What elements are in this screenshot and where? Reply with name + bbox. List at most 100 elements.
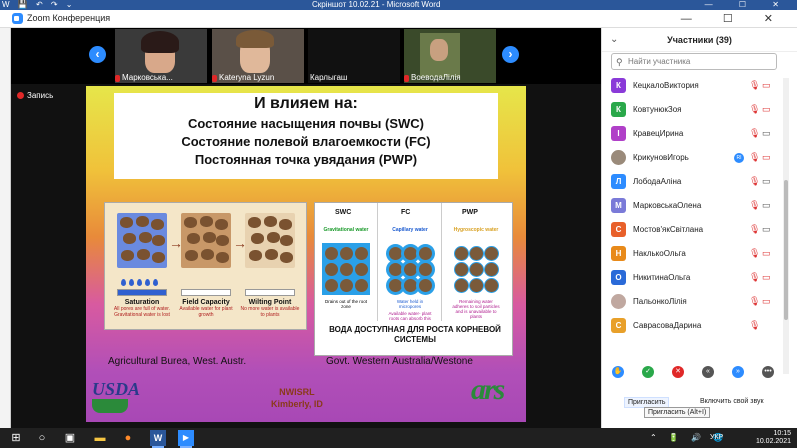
- mic-muted-icon[interactable]: 🎙: [749, 80, 760, 91]
- participants-header: ⌄ Участники (39): [602, 28, 797, 52]
- camera-off-icon[interactable]: ▭: [762, 248, 771, 259]
- zoom-window-controls[interactable]: — ☐ ✕: [681, 12, 787, 25]
- thumbnail-label: ВоеводаЛілія: [411, 73, 461, 82]
- mic-muted-icon[interactable]: 🎙: [749, 128, 760, 139]
- muted-mic-icon: [115, 75, 120, 82]
- water-drops-icon: [121, 273, 165, 286]
- mic-muted-icon[interactable]: 🎙: [749, 152, 760, 163]
- source-right: Govt. Western Australia/Westone: [326, 356, 473, 367]
- capillary-water-image: [386, 243, 434, 295]
- raise-hand-icon[interactable]: ✋: [612, 366, 624, 378]
- start-button[interactable]: ⊞: [8, 430, 24, 446]
- zoom-icon[interactable]: ▶: [178, 430, 194, 448]
- unmute-myself-button[interactable]: Включить свой звук: [700, 398, 764, 405]
- thumbnails-next-button[interactable]: ›: [502, 46, 519, 63]
- avatar: [611, 294, 626, 309]
- participant-row[interactable]: К КецкалоВиктория 🎙 ▭: [602, 76, 784, 98]
- word-side-panel: [0, 28, 11, 428]
- mic-muted-icon[interactable]: 🎙: [749, 200, 760, 211]
- thumbnail-label: Карлыгаш: [310, 73, 348, 82]
- reaction-bar: ✋ ✓ ✕ « » •••: [612, 366, 782, 382]
- camera-on-icon[interactable]: ▭: [762, 176, 771, 187]
- mic-muted-icon[interactable]: 🎙: [749, 296, 760, 307]
- camera-off-icon[interactable]: ▭: [762, 272, 771, 283]
- camera-on-icon[interactable]: ▭: [762, 128, 771, 139]
- word-quick-access[interactable]: W 💾 ↶ ↷ ⌄: [2, 0, 76, 10]
- video-thumbnail[interactable]: Карлыгаш: [308, 29, 400, 83]
- participant-row[interactable]: ПальонкоЛілія 🎙 ▭: [602, 292, 784, 314]
- zoom-titlebar: Zoom Конференция — ☐ ✕: [0, 10, 797, 28]
- participant-search-input[interactable]: ⚲ Найти участника: [611, 53, 777, 70]
- avatar: [611, 150, 626, 165]
- participant-row[interactable]: О НикитинаОльга 🎙 ▭: [602, 268, 784, 290]
- meeting-video-area: ‹ Марковська... Kateryna Lyzun Карлыгаш …: [11, 28, 601, 428]
- participant-row[interactable]: С Мостов'якСвітлана 🎙 ▭: [602, 220, 784, 242]
- hygroscopic-water-image: [452, 243, 500, 295]
- video-thumbnail[interactable]: ВоеводаЛілія: [404, 29, 496, 83]
- participant-name: НикитинаОльга: [633, 273, 691, 282]
- participant-row[interactable]: КрикуновИгорь RI 🎙 ▭: [602, 148, 784, 170]
- participant-row[interactable]: К КовтунюкЗоя 🎙 ▭: [602, 100, 784, 122]
- wilting-point-tray: [245, 289, 295, 296]
- recording-indicator[interactable]: Запись: [17, 91, 53, 100]
- go-slower-icon[interactable]: «: [702, 366, 714, 378]
- muted-mic-icon: [404, 75, 409, 82]
- no-icon[interactable]: ✕: [672, 366, 684, 378]
- search-icon[interactable]: ○: [34, 430, 50, 446]
- participant-row[interactable]: М МарковськаОлена 🎙 ▭: [602, 196, 784, 218]
- avatar: К: [611, 102, 626, 117]
- camera-off-icon[interactable]: ▭: [762, 152, 771, 163]
- participant-row[interactable]: I КравецИрина 🎙 ▭: [602, 124, 784, 146]
- thumbnails-prev-button[interactable]: ‹: [89, 46, 106, 63]
- mic-muted-icon[interactable]: 🎙: [749, 320, 760, 331]
- word-window-controls[interactable]: — ☐ ✕: [705, 0, 791, 10]
- recording-label: Запись: [27, 91, 54, 100]
- go-faster-icon[interactable]: »: [732, 366, 744, 378]
- participant-name: КецкалоВиктория: [633, 81, 699, 90]
- slide-heading: И влияем на:: [254, 95, 358, 112]
- water-types-diagram: SWC FC PWP Gravitational water Capillary…: [314, 202, 513, 356]
- more-icon[interactable]: •••: [762, 366, 774, 378]
- word-icon[interactable]: W: [150, 430, 166, 448]
- camera-on-icon[interactable]: ▭: [762, 224, 771, 235]
- participant-row[interactable]: С СаврасоваДарина 🎙: [602, 316, 784, 338]
- camera-off-icon[interactable]: ▭: [762, 296, 771, 307]
- participant-name: Мостов'якСвітлана: [633, 225, 704, 234]
- capillary-note: Water held in micropores: [396, 299, 424, 309]
- usda-logo: USDA: [92, 379, 141, 399]
- camera-on-icon[interactable]: ▭: [762, 200, 771, 211]
- video-thumbnail[interactable]: Kateryna Lyzun: [212, 29, 304, 83]
- participant-name: КовтунюкЗоя: [633, 105, 682, 114]
- participants-scrollbar[interactable]: [783, 78, 789, 374]
- slide-line-fc: Состояние полевой влагоемкости (FC): [181, 134, 431, 149]
- firefox-icon[interactable]: ●: [120, 430, 136, 446]
- scrollbar-thumb[interactable]: [784, 180, 788, 320]
- avatar: К: [611, 78, 626, 93]
- clock[interactable]: 10:15 10.02.2021: [756, 430, 791, 446]
- participants-title: Участники (39): [667, 35, 732, 45]
- fc-header: FC: [401, 209, 411, 216]
- thumbnail-label: Kateryna Lyzun: [219, 73, 275, 82]
- participant-row[interactable]: Л ЛободаАліна 🎙 ▭: [602, 172, 784, 194]
- nwisrl-name: NWISRL: [279, 387, 315, 397]
- pwp-header: PWP: [462, 209, 478, 216]
- mic-muted-icon[interactable]: 🎙: [749, 104, 760, 115]
- mic-muted-icon[interactable]: 🎙: [749, 272, 760, 283]
- file-explorer-icon[interactable]: ▬: [92, 430, 108, 446]
- language-indicator[interactable]: УКР: [710, 434, 723, 441]
- camera-off-icon[interactable]: ▭: [762, 104, 771, 115]
- video-thumbnail[interactable]: Марковська...: [115, 29, 207, 83]
- saturation-tray: [117, 289, 167, 296]
- mic-muted-icon[interactable]: 🎙: [749, 224, 760, 235]
- mic-muted-icon[interactable]: 🎙: [749, 176, 760, 187]
- muted-mic-icon: [212, 75, 217, 82]
- yes-icon[interactable]: ✓: [642, 366, 654, 378]
- mic-muted-icon[interactable]: 🎙: [749, 248, 760, 259]
- participant-row[interactable]: Н НаклькоОльга 🎙 ▭: [602, 244, 784, 266]
- nwisrl-location: Kimberly, ID: [271, 399, 323, 409]
- saturation-soil-image: [117, 213, 167, 268]
- task-view-icon[interactable]: ▣: [62, 430, 78, 446]
- swc-header: SWC: [335, 209, 352, 216]
- participant-name: КравецИрина: [633, 129, 684, 138]
- camera-off-icon[interactable]: ▭: [762, 80, 771, 91]
